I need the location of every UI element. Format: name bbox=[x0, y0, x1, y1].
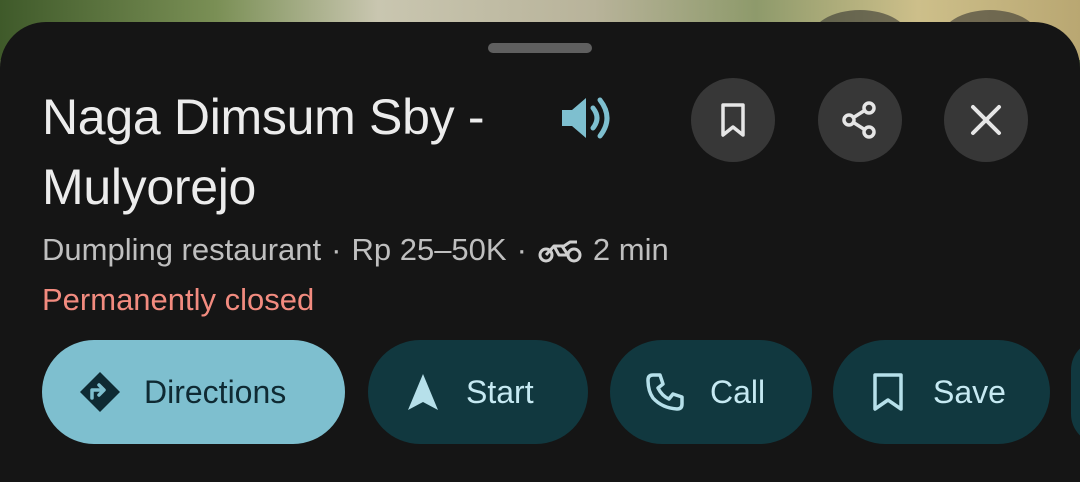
directions-button[interactable]: Directions bbox=[42, 340, 345, 444]
share-button[interactable] bbox=[818, 78, 902, 162]
separator: · bbox=[516, 232, 527, 267]
call-button[interactable]: Call bbox=[610, 340, 812, 444]
status-closed-text: Permanently closed bbox=[42, 282, 315, 317]
place-meta: Dumpling restaurant · Rp 25–50K · 2 min bbox=[42, 230, 669, 270]
start-label: Start bbox=[466, 373, 534, 410]
travel-time-text: 2 min bbox=[592, 232, 669, 267]
save-bookmark-button[interactable] bbox=[691, 78, 775, 162]
close-button[interactable] bbox=[944, 78, 1028, 162]
phone-icon bbox=[646, 373, 684, 411]
volume-up-icon[interactable] bbox=[556, 90, 616, 146]
call-label: Call bbox=[710, 373, 766, 410]
start-button[interactable]: Start bbox=[368, 340, 588, 444]
place-bottom-sheet: Naga Dimsum Sby - Mulyorejo Dumpling res… bbox=[0, 22, 1080, 482]
share-icon bbox=[842, 101, 876, 139]
category-text: Dumpling restaurant bbox=[42, 232, 322, 267]
directions-icon bbox=[80, 372, 120, 412]
more-actions-chip[interactable] bbox=[1071, 340, 1080, 444]
bookmark-icon bbox=[721, 103, 745, 137]
separator: · bbox=[331, 232, 342, 267]
place-title: Naga Dimsum Sby - Mulyorejo bbox=[42, 89, 485, 215]
drag-handle[interactable] bbox=[488, 43, 592, 53]
save-button[interactable]: Save bbox=[833, 340, 1050, 444]
motorcycle-icon bbox=[538, 240, 582, 263]
directions-label: Directions bbox=[144, 373, 287, 410]
close-icon bbox=[971, 105, 1001, 135]
navigation-arrow-icon bbox=[408, 374, 438, 410]
bookmark-icon bbox=[873, 373, 903, 411]
price-range-text: Rp 25–50K bbox=[351, 232, 507, 267]
save-label: Save bbox=[933, 373, 1006, 410]
